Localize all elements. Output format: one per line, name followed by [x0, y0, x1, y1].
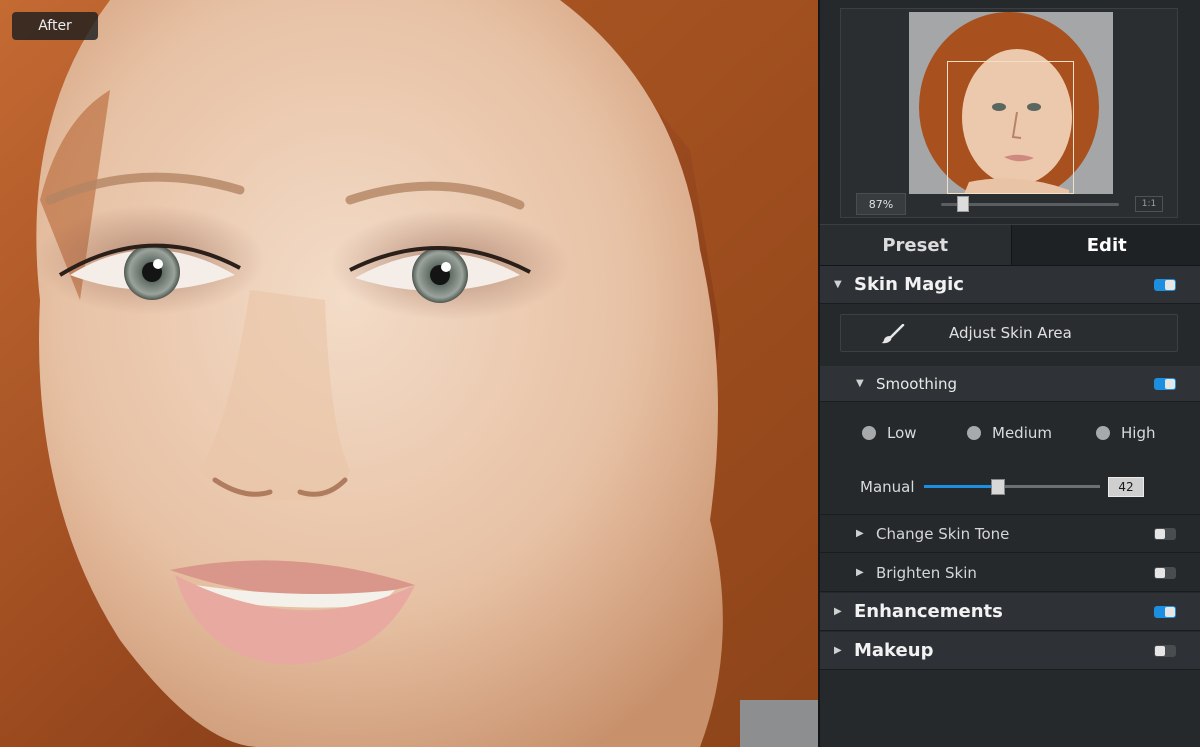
- change-skin-tone-row[interactable]: ▶ Change Skin Tone: [820, 515, 1200, 553]
- chevron-down-icon: ▼: [834, 279, 842, 290]
- portrait-photo: [0, 0, 818, 747]
- makeup-toggle[interactable]: [1154, 645, 1176, 657]
- chevron-right-icon: ▶: [856, 567, 864, 578]
- makeup-header[interactable]: ▶ Makeup: [820, 632, 1200, 670]
- makeup-title: Makeup: [854, 640, 934, 661]
- smoothing-medium-radio[interactable]: Medium: [967, 424, 1052, 442]
- manual-slider-fill: [924, 485, 998, 488]
- view-mode-label[interactable]: After: [12, 12, 98, 40]
- enhancements-toggle[interactable]: [1154, 606, 1176, 618]
- adjust-skin-area-button[interactable]: Adjust Skin Area: [840, 314, 1178, 352]
- manual-smoothing-row: Manual 42: [820, 470, 1200, 504]
- manual-slider-track[interactable]: [924, 485, 1100, 488]
- adjustments-panel: 87% 1:1 Preset Edit ▼ Skin Magic Adjust …: [818, 0, 1200, 747]
- brush-icon: [881, 324, 905, 344]
- brighten-skin-row[interactable]: ▶ Brighten Skin: [820, 554, 1200, 592]
- smoothing-high-radio[interactable]: High: [1096, 424, 1155, 442]
- change-skin-tone-toggle[interactable]: [1154, 528, 1176, 540]
- zoom-slider-thumb[interactable]: [957, 196, 969, 212]
- skin-magic-header[interactable]: ▼ Skin Magic: [820, 266, 1200, 304]
- photo-canvas[interactable]: After: [0, 0, 818, 747]
- smoothing-toggle[interactable]: [1154, 378, 1176, 390]
- manual-value-field[interactable]: 42: [1108, 477, 1144, 497]
- skin-magic-toggle[interactable]: [1154, 279, 1176, 291]
- smoothing-presets: Low Medium High: [820, 412, 1200, 454]
- zoom-actual-size-button[interactable]: 1:1: [1135, 196, 1163, 212]
- smoothing-title: Smoothing: [876, 374, 958, 393]
- tab-preset[interactable]: Preset: [820, 225, 1012, 265]
- navigator-viewport-frame[interactable]: [947, 61, 1074, 194]
- chevron-right-icon: ▶: [834, 645, 842, 656]
- brighten-skin-title: Brighten Skin: [876, 563, 977, 582]
- navigator: 87% 1:1: [840, 8, 1178, 218]
- change-skin-tone-title: Change Skin Tone: [876, 524, 1010, 543]
- enhancements-title: Enhancements: [854, 601, 1003, 622]
- chevron-right-icon: ▶: [856, 528, 864, 539]
- panel-tabs: Preset Edit: [820, 224, 1200, 266]
- zoom-value[interactable]: 87%: [856, 193, 906, 215]
- brighten-skin-toggle[interactable]: [1154, 567, 1176, 579]
- chevron-down-icon: ▼: [856, 378, 864, 389]
- chevron-right-icon: ▶: [834, 606, 842, 617]
- enhancements-header[interactable]: ▶ Enhancements: [820, 593, 1200, 631]
- tab-edit[interactable]: Edit: [1011, 225, 1200, 265]
- smoothing-header[interactable]: ▼ Smoothing: [820, 366, 1200, 402]
- skin-magic-title: Skin Magic: [854, 274, 964, 295]
- manual-label: Manual: [860, 478, 915, 496]
- smoothing-low-radio[interactable]: Low: [862, 424, 917, 442]
- manual-slider-thumb[interactable]: [991, 479, 1005, 495]
- adjust-skin-area-label: Adjust Skin Area: [949, 324, 1072, 342]
